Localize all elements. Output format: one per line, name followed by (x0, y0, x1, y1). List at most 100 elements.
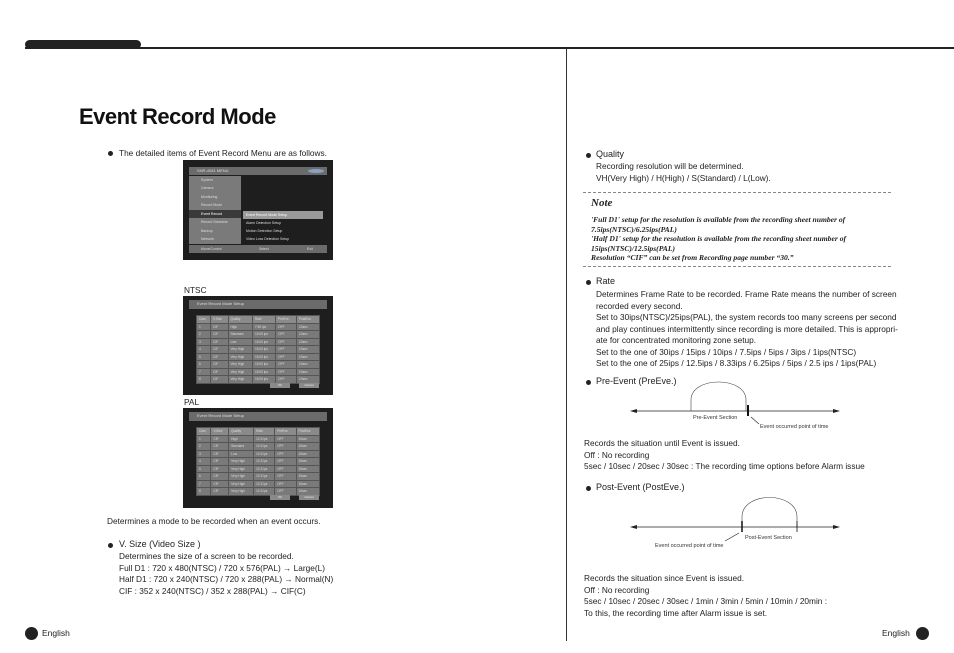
table-cell: High (228, 434, 255, 443)
table-cell: 10sec (295, 434, 321, 443)
menu-item: Backup (189, 226, 241, 236)
submenu-list: Event Record Mode Setup Alarm Detection S… (243, 211, 323, 243)
note-divider (583, 192, 891, 193)
table-cell: 1 (195, 434, 212, 443)
column-header: V.Size (210, 427, 230, 436)
column-header: PreEve. (274, 427, 297, 436)
table-cell: OFF (275, 360, 298, 369)
table-header: Cam V.Size Quality Rate PreEve. PostEve. (195, 315, 320, 324)
table-cell: 12.5 ips (253, 479, 276, 488)
menu-screenshot: SHR-4081 MENU System Camera Monitoring Reco… (183, 160, 333, 260)
line: Off : No recording (584, 584, 650, 595)
table-cell: 10sec (296, 375, 320, 384)
table-cell: CIF (210, 322, 229, 331)
page-divider (566, 49, 567, 641)
table-cell: 15.00 ips (251, 367, 277, 376)
post-event-title: Post-Event (PostEve.) (596, 482, 685, 492)
table-cell: OFF (274, 442, 297, 451)
table-cell: 10sec (296, 360, 320, 369)
pal-screenshot: Event Record Mode Setup Cam V.Size Quality… (183, 408, 333, 508)
menu-item: Network (189, 235, 241, 244)
table-cell: CIF (210, 345, 229, 354)
table-cell: Very High (228, 487, 255, 496)
table-cell: Very High (227, 367, 253, 376)
vsize-title: V. Size (Video Size ) (119, 539, 201, 549)
footer-exit: Exit (307, 247, 313, 251)
table-row: 4 CIF Very High 12.5 ips OFF 10sec (195, 457, 321, 466)
menu-list: System Camera Monitoring Record Mode Event R… (189, 176, 241, 244)
column-header: PostEve. (296, 315, 320, 324)
table-cell: CIF (210, 337, 229, 346)
rate-lines: Determines Frame Rate to be recorded. Fr… (596, 289, 898, 370)
table-row: 4 CIF Very High 15.00 ips OFF 10sec (195, 345, 320, 354)
footer-language-right: English (882, 628, 910, 638)
menu-item: Monitoring (189, 192, 241, 202)
table-cell: OFF (275, 352, 298, 361)
pal-label: PAL (184, 397, 200, 407)
line: Records the situation since Event is iss… (584, 573, 745, 583)
post-event-lines: Records the situation since Event is iss… (584, 573, 827, 619)
ntsc-screenshot: Event Record Mode Setup Cam V.Size Quality… (183, 296, 333, 395)
table-row: 7 CIF Very High 12.5 ips OFF 10sec (195, 479, 321, 488)
footer-move: Move/Control (201, 247, 222, 251)
vsize-lines: Determines the size of a screen to be re… (119, 551, 333, 597)
column-header: Quality (228, 427, 255, 436)
table-cell: 10sec (296, 367, 320, 376)
submenu-item: Event Record Mode Setup (243, 211, 323, 219)
line: 7.5ips(NTSC)/6.25ips(PAL) (591, 224, 677, 234)
table-row: 5 CIF Very High 15.00 ips OFF 10sec (195, 352, 320, 361)
table-cell: 12.5 ips (253, 472, 276, 481)
table-cell: OFF (274, 479, 297, 488)
column-header: V.Size (210, 315, 229, 324)
table-row: 8 CIF Very High 12.5 ips OFF 10sec (195, 487, 321, 496)
pal-table: Cam V.Size Quality Rate PreEve. PostEve. 1 CIF H… (195, 427, 321, 496)
ok-button: OK (270, 383, 290, 388)
line: Half D1 : 720 x 240(NTSC) / 720 x 288(PA… (119, 574, 334, 584)
setup-title: Event Record Mode Setup (189, 412, 327, 421)
column-header: Rate (253, 427, 276, 436)
table-cell: 10sec (296, 322, 320, 331)
line: To this, the recording time after Alarm … (584, 607, 768, 618)
table-cell: 15.00 ips (251, 360, 277, 369)
table-cell: CIF (210, 330, 229, 339)
table-row: 1 CIF High 7.50 ips OFF 10sec (195, 322, 320, 331)
table-row: 5 CIF Very High 12.5 ips OFF 10sec (195, 464, 321, 473)
table-cell: 3 (195, 337, 212, 346)
pointer-line (724, 532, 740, 542)
bullet (108, 543, 113, 548)
submenu-item: Video Loss Detection Setup (246, 237, 290, 241)
table-row: 2 CIF Standard 12.5 ips OFF 10sec (195, 442, 321, 451)
table-cell: 7.50 ips (251, 322, 277, 331)
table-cell: OFF (275, 375, 298, 384)
event-point-label: Event occurred point of time (760, 424, 828, 430)
table-cell: 8 (195, 487, 212, 496)
determines-text: Determines a mode to be recorded when an… (107, 516, 321, 526)
table-header: Cam V.Size Quality Rate PreEve. PostEve. (195, 427, 321, 436)
table-cell: 10sec (296, 330, 320, 339)
line: Set to the one of 30ips / 15ips / 10ips … (596, 346, 857, 357)
table-cell: 15.00 ips (251, 337, 277, 346)
table-cell: CIF (210, 434, 230, 443)
table-cell: 3 (195, 449, 212, 458)
line: Off : No recording (584, 449, 650, 460)
table-cell: 10sec (295, 457, 321, 466)
submenu-item: Alarm Detection Setup (246, 221, 282, 225)
pointer-line (750, 416, 760, 425)
ntsc-label: NTSC (184, 285, 207, 295)
post-event-section-label: Post-Event Section (745, 535, 792, 541)
ok-button: OK (270, 495, 290, 500)
bullet (586, 486, 591, 491)
table-cell: 10sec (295, 449, 321, 458)
footer-language-left: English (42, 628, 70, 638)
table-cell: 10sec (296, 337, 320, 346)
table-row: 8 CIF Very High 15.00 ips OFF 10sec (195, 375, 320, 384)
table-cell: OFF (274, 487, 297, 496)
table-cell: CIF (210, 464, 230, 473)
table-cell: 15.00 ips (251, 330, 277, 339)
table-cell: 12.5 ips (253, 464, 276, 473)
bullet (108, 151, 113, 156)
column-header: PostEve. (295, 427, 321, 436)
table-cell: High (227, 322, 253, 331)
table-cell: 10sec (296, 352, 320, 361)
cancel-button: Cancel (299, 495, 319, 500)
